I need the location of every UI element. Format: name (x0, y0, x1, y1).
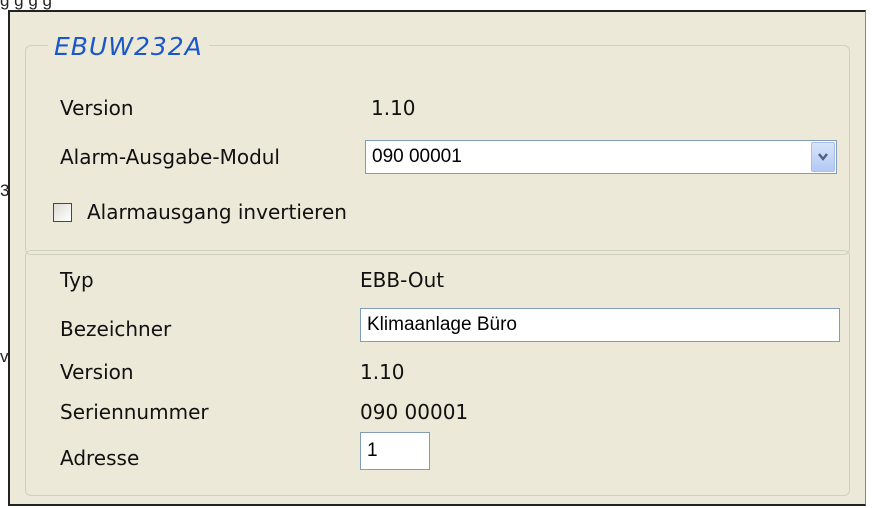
alarm-module-label: Alarm-Ausgabe-Modul (60, 145, 280, 169)
name-input-value: Klimaanlage Büro (367, 314, 517, 335)
type-value: EBB-Out (360, 268, 445, 292)
device-version-value: 1.10 (371, 96, 416, 120)
module-version-label: Version (60, 360, 134, 384)
serial-value: 090 00001 (360, 400, 469, 424)
module-version-value: 1.10 (360, 360, 405, 384)
name-input[interactable]: Klimaanlage Büro (360, 308, 840, 342)
address-label: Adresse (60, 446, 140, 470)
invert-alarm-checkbox[interactable] (53, 203, 72, 222)
invert-alarm-label[interactable]: Alarmausgang invertieren (87, 200, 347, 224)
device-group-title: EBUW232A (48, 32, 209, 61)
name-label: Bezeichner (60, 317, 172, 341)
address-input-value: 1 (367, 440, 378, 461)
address-input[interactable]: 1 (360, 432, 430, 470)
background-text-fragment: g g g g (0, 0, 52, 10)
type-label: Typ (60, 268, 94, 292)
background-window-fragment: g g g g (0, 0, 872, 10)
background-text-fragment: 3 (0, 181, 8, 200)
alarm-module-selected-value: 090 00001 (372, 146, 462, 167)
serial-label: Seriennummer (60, 400, 209, 424)
chevron-down-icon (818, 153, 828, 161)
dropdown-arrow-button[interactable] (811, 142, 835, 172)
background-text-fragment: v (0, 347, 8, 366)
device-version-label: Version (60, 96, 134, 120)
alarm-module-dropdown[interactable]: 090 00001 (365, 140, 837, 174)
